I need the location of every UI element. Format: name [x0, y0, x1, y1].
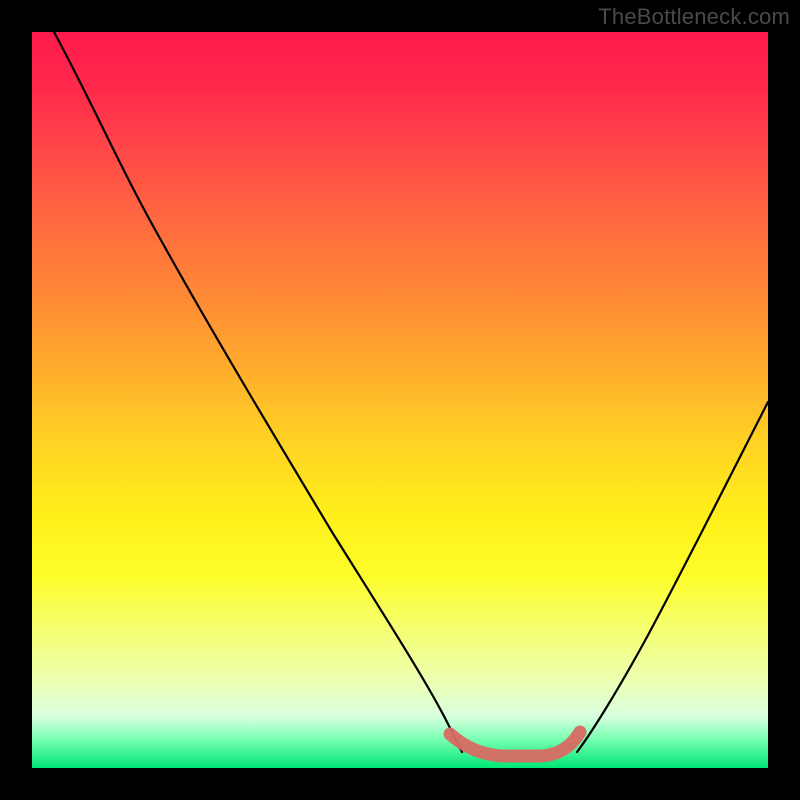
watermark-text: TheBottleneck.com	[598, 4, 790, 30]
left-curve	[54, 32, 462, 752]
curve-layer	[32, 32, 768, 768]
valley-marker	[450, 732, 580, 756]
plot-area	[32, 32, 768, 768]
chart-frame: TheBottleneck.com	[0, 0, 800, 800]
right-curve	[577, 402, 768, 752]
